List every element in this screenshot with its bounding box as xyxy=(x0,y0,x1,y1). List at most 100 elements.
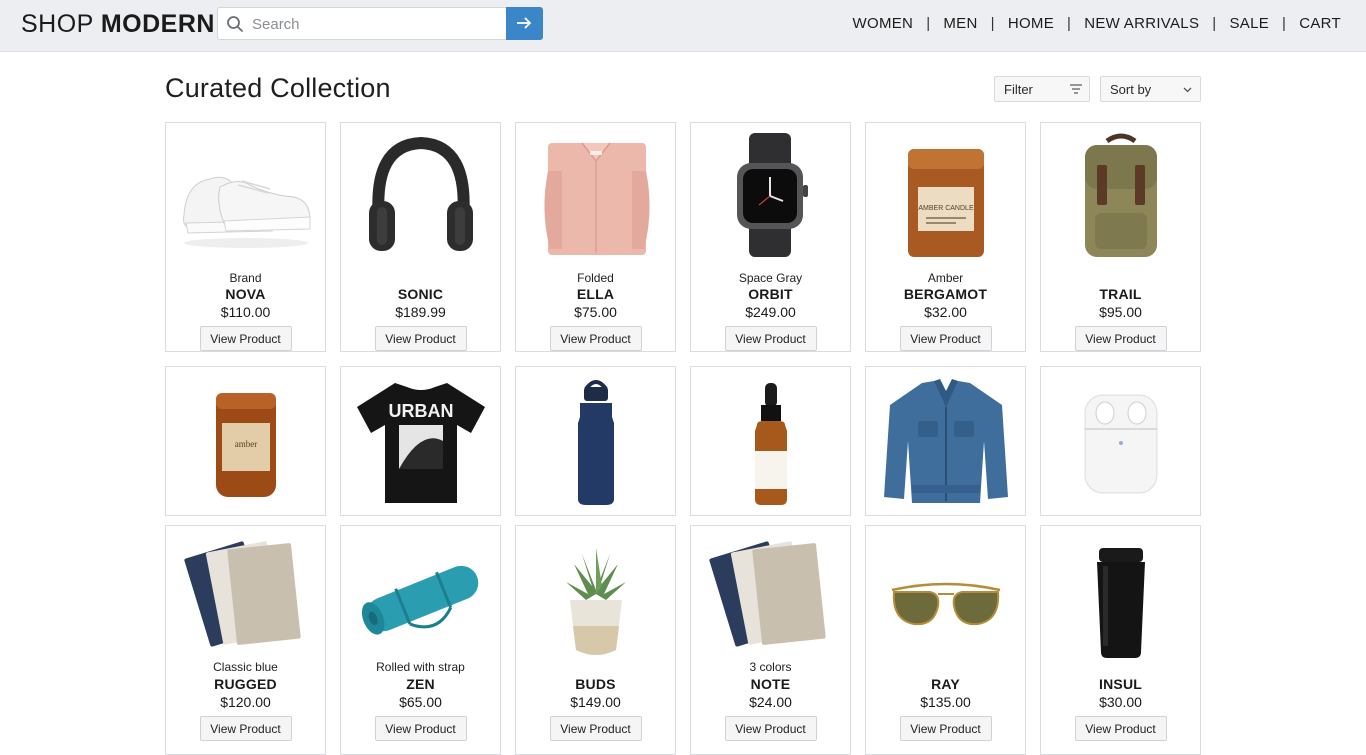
product-card[interactable]: INSUL $30.00 View Product xyxy=(1040,525,1201,755)
yoga-mat-image xyxy=(361,565,479,635)
nav-separator: | xyxy=(926,15,931,32)
tshirt-print-text: URBAN xyxy=(389,401,454,421)
view-product-button[interactable]: View Product xyxy=(549,326,642,351)
product-card[interactable]: Brand NOVA $110.00 View Product xyxy=(165,122,326,352)
product-name: TRAIL xyxy=(1099,286,1142,302)
product-card[interactable]: 3 colors NOTE $24.00 View Product xyxy=(690,525,851,755)
nav-home[interactable]: HOME xyxy=(1008,15,1054,32)
product-price: $110.00 xyxy=(220,304,271,320)
search-icon xyxy=(227,16,243,32)
nav-women[interactable]: WOMEN xyxy=(853,15,914,32)
product-card[interactable] xyxy=(1040,366,1201,516)
view-product-button[interactable]: View Product xyxy=(724,326,817,351)
nav-sale[interactable]: SALE xyxy=(1229,15,1269,32)
product-name: BERGAMOT xyxy=(903,286,988,302)
product-name: INSUL xyxy=(1099,676,1142,692)
nav-separator: | xyxy=(990,15,995,32)
backpack-image xyxy=(1085,133,1157,257)
chevron-down-icon xyxy=(1183,87,1192,93)
product-price: $24.00 xyxy=(749,694,792,710)
view-product-button[interactable]: View Product xyxy=(899,326,992,351)
product-name: ZEN xyxy=(406,676,435,692)
product-name: RAY xyxy=(931,676,960,692)
search-input[interactable] xyxy=(250,13,494,35)
product-card[interactable]: Classic blue RUGGED $120.00 View Product xyxy=(165,525,326,755)
pink-shirt-image xyxy=(544,142,650,255)
search-bar xyxy=(217,7,543,40)
water-bottle-image xyxy=(578,380,614,505)
view-product-button[interactable]: View Product xyxy=(1074,326,1167,351)
product-card[interactable] xyxy=(865,366,1026,516)
view-product-button[interactable]: View Product xyxy=(199,326,292,351)
earbuds-case-image xyxy=(1084,394,1158,494)
view-product-button[interactable]: View Product xyxy=(1074,716,1167,741)
product-card[interactable]: Rolled with strap ZEN $65.00 View Produc… xyxy=(340,525,501,755)
dropper-bottle-image xyxy=(755,383,787,505)
smartwatch-image xyxy=(737,133,808,257)
nav-separator: | xyxy=(1212,15,1217,32)
arrow-right-icon xyxy=(517,17,532,29)
product-card[interactable] xyxy=(515,366,676,516)
product-price: $149.00 xyxy=(570,694,621,710)
product-price: $65.00 xyxy=(399,694,442,710)
top-bar: SHOP MODERN WOMEN | MEN | HOME | NEW ARRIVALS |… xyxy=(0,0,1366,52)
nav-separator: | xyxy=(1067,15,1072,32)
view-product-button[interactable]: View Product xyxy=(899,716,992,741)
product-price: $32.00 xyxy=(924,304,967,320)
view-product-button[interactable]: View Product xyxy=(199,716,292,741)
product-name: ORBIT xyxy=(748,286,793,302)
product-card[interactable]: Folded ELLA $75.00 View Product xyxy=(515,122,676,352)
view-product-button[interactable]: View Product xyxy=(374,716,467,741)
product-card[interactable]: amber xyxy=(165,366,326,516)
candle-jar-image: amber xyxy=(216,393,276,497)
product-name: NOVA xyxy=(225,286,266,302)
product-price: $135.00 xyxy=(920,694,971,710)
nav-cart[interactable]: CART xyxy=(1299,15,1341,32)
page-title: Curated Collection xyxy=(165,73,391,103)
product-subtitle: Amber xyxy=(927,271,964,285)
product-card[interactable]: RAY $135.00 View Product xyxy=(865,525,1026,755)
product-card[interactable]: URBAN xyxy=(340,366,501,516)
product-price: $95.00 xyxy=(1099,304,1142,320)
product-card[interactable]: Space Gray ORBIT $249.00 View Product xyxy=(690,122,851,352)
candle-label: AMBER CANDLE xyxy=(918,205,974,212)
headphones-image xyxy=(369,136,473,251)
logo-part1: SHOP xyxy=(21,10,94,38)
view-product-button[interactable]: View Product xyxy=(724,716,817,741)
sunglasses-image xyxy=(891,582,1001,626)
product-price: $120.00 xyxy=(220,694,271,710)
product-subtitle: Rolled with strap xyxy=(376,660,465,674)
notebooks-image xyxy=(183,540,301,648)
filter-icon xyxy=(1070,84,1082,94)
nav-men[interactable]: MEN xyxy=(943,15,977,32)
view-product-button[interactable]: View Product xyxy=(374,326,467,351)
product-name: BUDS xyxy=(575,676,616,692)
product-subtitle: Brand xyxy=(229,271,262,285)
filter-dropdown[interactable]: Filter xyxy=(994,76,1090,102)
denim-jacket-image xyxy=(884,379,1008,503)
view-product-button[interactable]: View Product xyxy=(549,716,642,741)
tshirt-image: URBAN xyxy=(357,383,485,503)
product-price: $75.00 xyxy=(574,304,617,320)
tumbler-image xyxy=(1097,548,1145,658)
candle-label: amber xyxy=(235,439,258,449)
sort-dropdown[interactable]: Sort by xyxy=(1100,76,1201,102)
notebooks-image xyxy=(708,540,826,648)
succulent-image xyxy=(566,548,626,655)
product-card[interactable] xyxy=(690,366,851,516)
product-card[interactable]: TRAIL $95.00 View Product xyxy=(1040,122,1201,352)
product-card[interactable]: SONIC $189.99 View Product xyxy=(340,122,501,352)
product-price: $189.99 xyxy=(395,304,446,320)
search-submit-button[interactable] xyxy=(506,7,543,40)
product-price: $249.00 xyxy=(745,304,796,320)
nav-new-arrivals[interactable]: NEW ARRIVALS xyxy=(1084,15,1199,32)
main-nav: WOMEN | MEN | HOME | NEW ARRIVALS | SALE | CART xyxy=(853,15,1341,32)
product-subtitle: Space Gray xyxy=(738,271,803,285)
product-name: SONIC xyxy=(397,286,444,302)
product-subtitle: Classic blue xyxy=(213,660,278,674)
logo[interactable]: SHOP MODERN xyxy=(21,10,215,39)
product-card[interactable]: BUDS $149.00 View Product xyxy=(515,525,676,755)
product-name: NOTE xyxy=(750,676,791,692)
product-card[interactable]: AMBER CANDLE Amber BERGAMOT $32.00 View … xyxy=(865,122,1026,352)
product-name: RUGGED xyxy=(214,676,277,692)
